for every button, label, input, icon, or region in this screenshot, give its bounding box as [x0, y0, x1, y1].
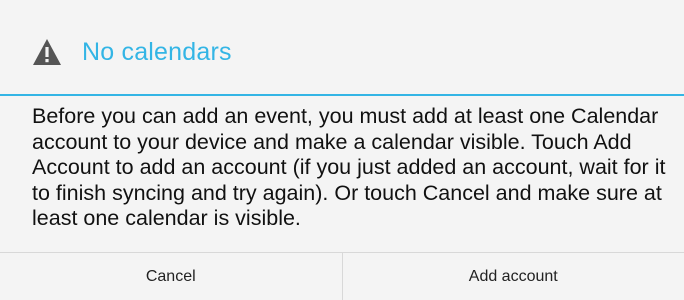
alert-dialog: No calendars Before you can add an event…	[0, 0, 684, 300]
cancel-button[interactable]: Cancel	[0, 253, 342, 300]
dialog-title-bar: No calendars	[0, 0, 684, 96]
dialog-message: Before you can add an event, you must ad…	[32, 104, 666, 230]
add-account-button[interactable]: Add account	[343, 253, 684, 300]
dialog-title: No calendars	[82, 37, 232, 66]
dialog-title-row: No calendars	[32, 34, 232, 70]
warning-icon	[32, 38, 62, 66]
dialog-button-bar: Cancel Add account	[0, 252, 684, 300]
title-divider	[0, 94, 684, 96]
